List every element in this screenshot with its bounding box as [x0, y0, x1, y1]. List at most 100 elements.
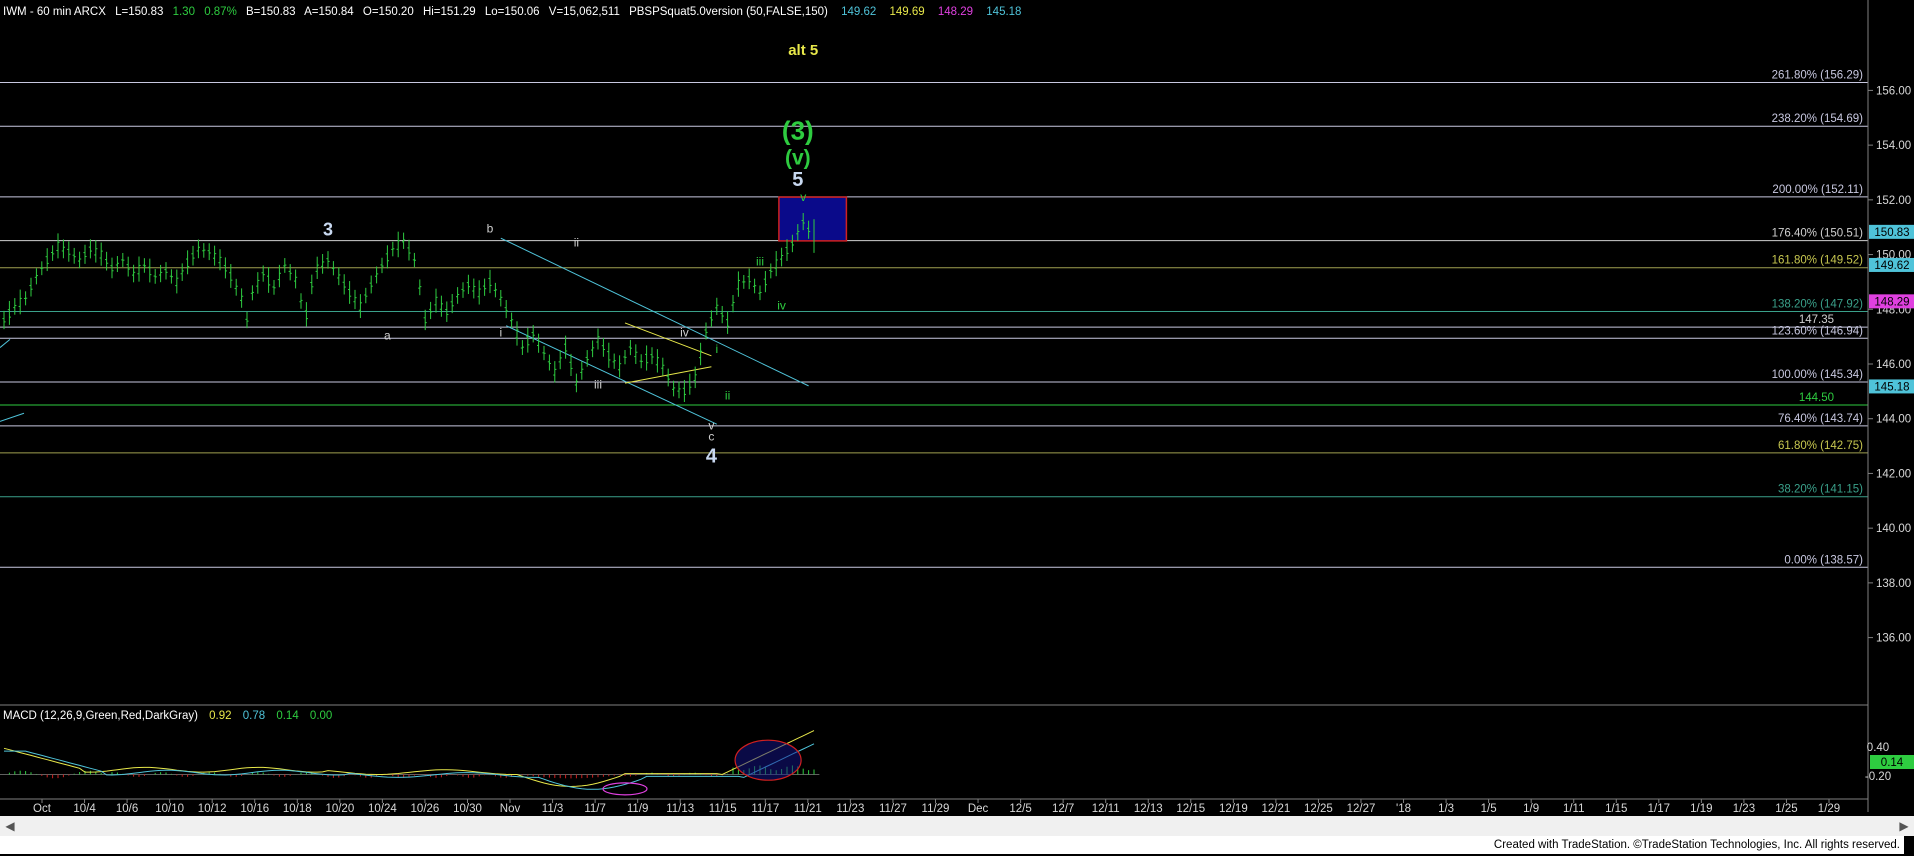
- macd-value-1: 0.92: [209, 710, 231, 722]
- x-tick-label: 10/10: [155, 803, 184, 815]
- x-tick-label: 11/7: [584, 803, 606, 815]
- scroll-left-icon[interactable]: ◀: [0, 816, 20, 836]
- x-tick-label: 11/13: [666, 803, 694, 815]
- x-tick-label: 1/29: [1818, 803, 1840, 815]
- wave-label: c: [708, 430, 714, 444]
- x-tick-label: 11/27: [879, 803, 907, 815]
- fib-level-label: 261.80% (156.29): [1772, 69, 1864, 81]
- target-box-rect: [778, 196, 848, 242]
- x-tick-label: 1/23: [1733, 803, 1755, 815]
- macd-value-2: 0.78: [243, 710, 265, 722]
- macd-value-4: 0.00: [310, 710, 332, 722]
- macd-tick-high: 0.40: [1867, 742, 1889, 754]
- x-tick-label: 12/19: [1219, 803, 1248, 815]
- x-tick-label: 12/15: [1176, 803, 1205, 815]
- wave-label: ii: [574, 235, 579, 249]
- change-pct: 0.87%: [204, 6, 237, 18]
- channel-line: [505, 325, 718, 425]
- macd-line: [3, 730, 815, 788]
- x-tick-label: 10/24: [368, 803, 397, 815]
- price-badge-label: 145.18: [1874, 381, 1909, 393]
- x-tick-label: 12/7: [1052, 803, 1074, 815]
- x-tick-label: 11/3: [542, 803, 564, 815]
- fib-level-label: 0.00% (138.57): [1784, 554, 1863, 566]
- x-tick-label: 1/17: [1648, 803, 1670, 815]
- study-label: PBSPSquat5.0version (50,FALSE,150): [629, 6, 828, 18]
- x-tick-label: 10/12: [198, 803, 227, 815]
- axes: 136.00 138.00 140.00 142.00 144.00 146.00 148.…: [0, 0, 1914, 815]
- left-stub-line: [0, 412, 25, 422]
- price-axis-area: [1868, 0, 1914, 810]
- y-tick-label: 140.00: [1876, 523, 1911, 535]
- x-tick-label: 12/11: [1092, 803, 1120, 815]
- price-level-label: 144.50: [1799, 392, 1834, 404]
- fib-level-label: 161.80% (149.52): [1772, 255, 1864, 267]
- x-tick-label: 10/6: [116, 803, 138, 815]
- wave-label: i: [715, 342, 718, 356]
- ask-price: A=150.84: [304, 6, 354, 18]
- macd-label: MACD (12,26,9,Green,Red,DarkGray): [3, 710, 198, 722]
- price-series: [2, 213, 815, 403]
- wave-label: iv: [777, 298, 786, 312]
- wave-label: 5: [792, 169, 803, 191]
- open-price: O=150.20: [363, 6, 414, 18]
- low-price: Lo=150.06: [485, 6, 540, 18]
- x-tick-label: 10/30: [453, 803, 482, 815]
- wave-label: 4: [706, 445, 718, 467]
- x-tick-label: 1/15: [1605, 803, 1627, 815]
- fib-level-label: 176.40% (150.51): [1772, 228, 1864, 240]
- y-tick-label: 142.00: [1876, 468, 1911, 480]
- x-tick-label: '18: [1396, 803, 1411, 815]
- study-value-4: 145.18: [986, 6, 1021, 18]
- x-tick-label: 10/4: [73, 803, 96, 815]
- scroll-right-icon[interactable]: ▶: [1894, 816, 1914, 836]
- wave-label: alt 5: [788, 42, 818, 59]
- fib-level-label: 100.00% (145.34): [1772, 369, 1864, 381]
- macd-header: MACD (12,26,9,Green,Red,DarkGray) 0.92 0…: [3, 710, 332, 722]
- y-tick-label: 136.00: [1876, 633, 1911, 645]
- study-value-2: 149.69: [890, 6, 925, 18]
- price-badge-label: 150.83: [1874, 227, 1909, 239]
- x-tick-label: 11/21: [794, 803, 822, 815]
- x-tick-label: 11/15: [709, 803, 737, 815]
- price-badge-label: 148.29: [1874, 296, 1909, 308]
- x-tick-label: 12/13: [1134, 803, 1163, 815]
- x-tick-label: 10/26: [411, 803, 440, 815]
- x-tick-label: 11/23: [836, 803, 864, 815]
- wave-label: (3): [782, 116, 814, 146]
- last-price: L=150.83: [115, 6, 163, 18]
- horizontal-scrollbar[interactable]: ◀ ▶: [0, 816, 1914, 836]
- macd-value-3: 0.14: [276, 710, 299, 722]
- volume-value: V=15,062,511: [549, 6, 620, 18]
- price-chart: 261.80% (156.29) 238.20% (154.69) 200.00% …: [0, 0, 1914, 815]
- footer-credit: Created with TradeStation. ©TradeStation…: [0, 836, 1904, 854]
- y-tick-label: 146.00: [1876, 359, 1911, 371]
- study-value-1: 149.62: [841, 6, 876, 18]
- fib-level-label: 138.20% (147.92): [1772, 298, 1864, 310]
- x-tick-label: 1/3: [1438, 803, 1454, 815]
- fib-level-label: 38.20% (141.15): [1778, 484, 1863, 496]
- wave-label: a: [384, 328, 391, 342]
- macd-signal-line: [4, 743, 815, 790]
- y-tick-label: 156.00: [1876, 85, 1911, 97]
- price-level-label: 147.35: [1799, 314, 1834, 326]
- y-tick-label: 138.00: [1876, 578, 1911, 590]
- wave-labels: alt 5(3)(v)5v3 biia iiiiiviiiiiiivvc4: [323, 42, 818, 468]
- y-tick-label: 154.00: [1876, 140, 1911, 152]
- fib-level-label: 238.20% (154.69): [1772, 113, 1864, 125]
- macd-last-value: 0.14: [1881, 757, 1904, 769]
- x-tick-label: 1/25: [1775, 803, 1797, 815]
- x-tick-label: 12/25: [1304, 803, 1333, 815]
- wave-label: b: [487, 222, 494, 236]
- x-tick-label: 12/5: [1009, 803, 1031, 815]
- x-tick-label: 11/17: [751, 803, 779, 815]
- x-tick-label: Nov: [500, 803, 521, 815]
- chart-header: IWM - 60 min ARCX L=150.83 1.30 0.87% B=…: [3, 6, 1021, 18]
- wave-label: iv: [680, 326, 689, 340]
- wave-label: v: [800, 190, 806, 204]
- wave-label: iii: [756, 255, 764, 269]
- x-tick-label: 1/11: [1563, 803, 1585, 815]
- high-price: Hi=151.29: [423, 6, 476, 18]
- x-tick-label: 12/27: [1347, 803, 1376, 815]
- triangle-line: [624, 322, 712, 357]
